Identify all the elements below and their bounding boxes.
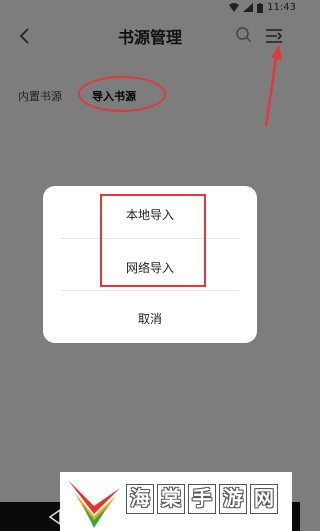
annotation-arrow xyxy=(264,44,282,127)
watermark-text: 海 棠 手 游 网 xyxy=(126,484,278,514)
wifi-icon xyxy=(229,3,240,12)
watermark-char: 海 xyxy=(126,484,154,514)
cancel-button[interactable]: 取消 xyxy=(43,310,257,327)
status-icons: 11:43 xyxy=(229,2,296,13)
signal-icon xyxy=(243,3,254,12)
app-bar: 书源管理 xyxy=(0,16,300,56)
watermark-char: 网 xyxy=(250,484,278,514)
annotation-rectangle xyxy=(100,194,206,287)
status-time: 11:43 xyxy=(267,2,296,13)
divider xyxy=(61,290,239,291)
search-button[interactable] xyxy=(234,25,254,45)
tab-builtin-sources[interactable]: 内置书源 xyxy=(18,88,62,104)
search-icon xyxy=(236,27,252,43)
watermark-char: 手 xyxy=(188,484,216,514)
watermark-char: 游 xyxy=(219,484,247,514)
watermark-char: 棠 xyxy=(157,484,185,514)
watermark-logo xyxy=(68,480,120,528)
status-bar: 11:43 xyxy=(0,0,300,16)
page-title: 书源管理 xyxy=(117,28,182,47)
battery-icon xyxy=(257,2,264,13)
watermark: 海 棠 手 游 网 xyxy=(60,472,292,531)
annotation-ellipse xyxy=(78,76,166,112)
